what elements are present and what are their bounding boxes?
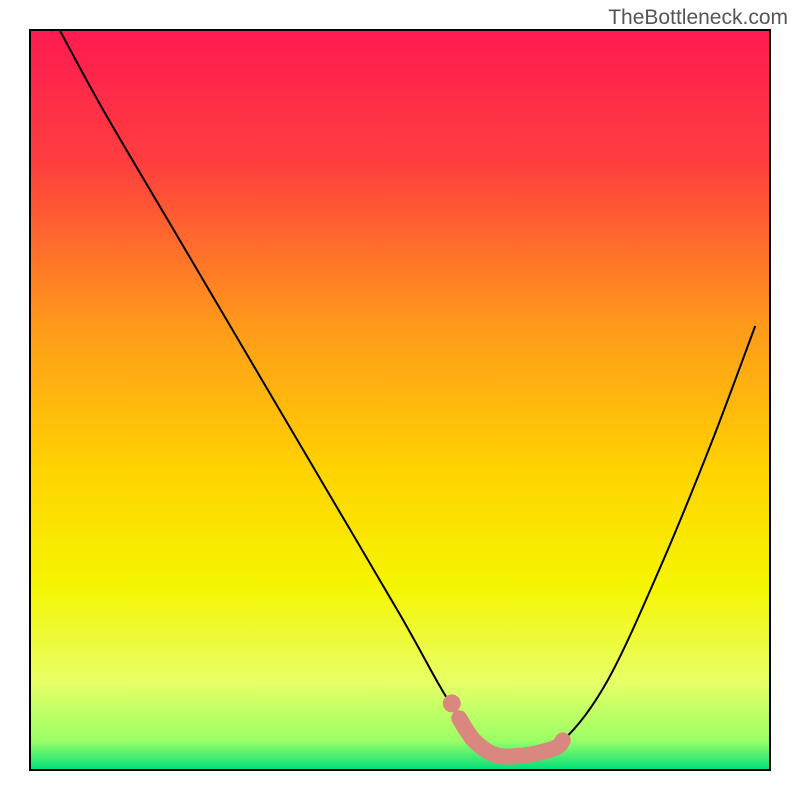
watermark: TheBottleneck.com	[608, 6, 788, 30]
chart-svg	[0, 0, 800, 800]
plot-background	[30, 30, 770, 770]
chart-container: TheBottleneck.com	[0, 0, 800, 800]
